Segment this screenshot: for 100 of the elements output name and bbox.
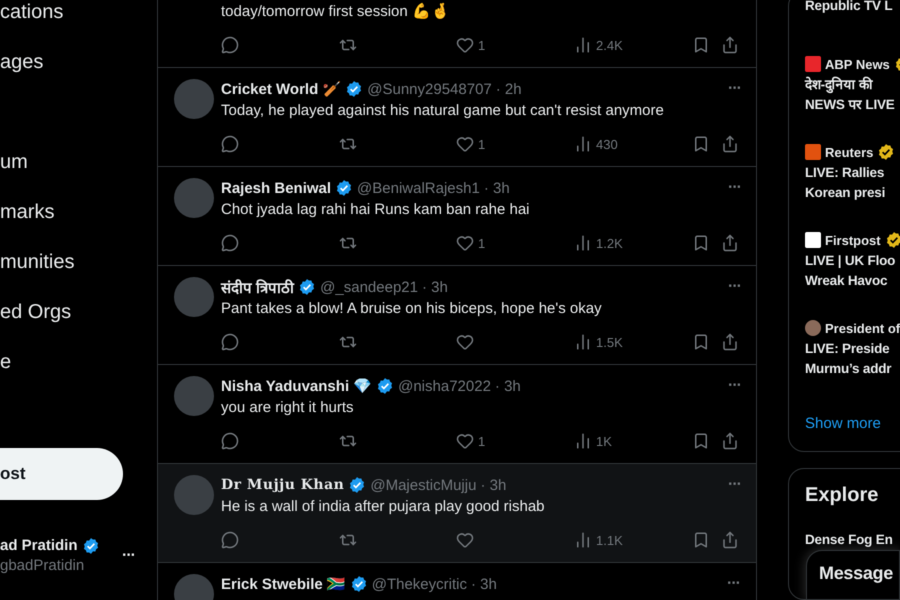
views-button[interactable]: 1K bbox=[574, 432, 612, 450]
post-time: · 3h bbox=[470, 576, 497, 592]
reply-button[interactable] bbox=[221, 234, 239, 252]
share-button[interactable] bbox=[721, 333, 739, 351]
like-button[interactable] bbox=[456, 333, 474, 351]
post-time: · 3h bbox=[422, 278, 448, 296]
author-name[interactable]: Cricket World bbox=[221, 80, 318, 98]
post-more-button[interactable]: ··· bbox=[728, 180, 741, 196]
news-headline[interactable]: NEWS पर LIVE bbox=[805, 95, 900, 115]
reply-button[interactable] bbox=[221, 432, 239, 450]
author-name[interactable]: Erick Stwebile bbox=[221, 576, 323, 592]
share-icon bbox=[721, 432, 739, 450]
views-button[interactable]: 430 bbox=[574, 135, 618, 153]
views-button[interactable]: 1.2K bbox=[574, 234, 623, 252]
news-headline[interactable]: Murmu’s addr bbox=[805, 359, 900, 379]
like-button[interactable] bbox=[456, 531, 474, 549]
bookmark-button[interactable] bbox=[692, 432, 710, 450]
post-more-button[interactable]: ··· bbox=[728, 279, 741, 295]
news-source: Reuters bbox=[825, 144, 874, 160]
nav-item[interactable]: marks bbox=[0, 187, 157, 237]
nav-item[interactable]: ed Orgs bbox=[0, 287, 157, 337]
bar-chart-icon bbox=[574, 234, 592, 252]
bookmark-icon bbox=[692, 531, 710, 549]
nav-item[interactable]: e bbox=[0, 337, 157, 387]
messages-title: Message bbox=[819, 563, 893, 583]
share-button[interactable] bbox=[721, 135, 739, 153]
name-emoji: 🏏 bbox=[322, 80, 342, 98]
nav-item[interactable]: ages bbox=[0, 37, 157, 87]
like-button[interactable]: 1 bbox=[456, 135, 486, 153]
show-more-link[interactable]: Show more bbox=[789, 393, 900, 451]
bookmark-button[interactable] bbox=[692, 531, 710, 549]
nav-item[interactable]: munities bbox=[0, 237, 157, 287]
news-headline[interactable]: LIVE | UK Floo bbox=[805, 251, 900, 271]
bookmark-button[interactable] bbox=[692, 36, 710, 54]
nav-item[interactable]: um bbox=[0, 137, 157, 187]
news-source: ABP News bbox=[825, 56, 890, 72]
post-time: · 3h bbox=[480, 476, 506, 494]
author-name[interactable]: Nisha Yaduvanshi bbox=[221, 378, 350, 394]
post-more-button[interactable]: ··· bbox=[728, 81, 741, 97]
reply-button[interactable] bbox=[221, 36, 239, 54]
reply-button[interactable] bbox=[221, 333, 239, 351]
share-icon bbox=[721, 135, 739, 153]
views-button[interactable]: 2.4K bbox=[574, 36, 623, 54]
messages-drawer[interactable]: Message bbox=[806, 550, 900, 600]
speech-bubble-icon bbox=[221, 531, 239, 549]
share-button[interactable] bbox=[721, 234, 739, 252]
bookmark-button[interactable] bbox=[692, 234, 710, 252]
speech-bubble-icon bbox=[221, 432, 239, 450]
news-headline[interactable]: Republic TV L bbox=[805, 0, 900, 16]
explore-title: Explore bbox=[805, 483, 880, 508]
bar-chart-icon bbox=[574, 333, 592, 351]
news-headline[interactable]: Wreak Havoc bbox=[805, 271, 900, 291]
share-button[interactable] bbox=[721, 432, 739, 450]
share-icon bbox=[721, 234, 739, 252]
account-handle: gbadPratidin bbox=[0, 556, 86, 576]
post-more-button[interactable]: ··· bbox=[727, 576, 740, 592]
post-text: Today, he played against his natural game but can't resist anymore bbox=[221, 101, 665, 121]
post-more-button[interactable]: ··· bbox=[728, 378, 741, 394]
share-button[interactable] bbox=[721, 36, 739, 54]
author-handle[interactable]: @_sandeep21 bbox=[320, 278, 418, 296]
like-button[interactable]: 1 bbox=[456, 36, 486, 54]
author-name[interactable]: संदीप त्रिपाठी bbox=[221, 277, 294, 297]
post-text: He is a wall of india after pujara play good rishab bbox=[221, 497, 546, 517]
author-name[interactable]: Dr Mujju Khan bbox=[221, 477, 344, 493]
post-time: · 3h bbox=[484, 180, 510, 196]
news-headline[interactable]: LIVE: Rallies bbox=[805, 163, 900, 183]
reply-button[interactable] bbox=[221, 531, 239, 549]
views-button[interactable]: 1.1K bbox=[574, 531, 623, 549]
author-handle[interactable]: @Thekeycritic bbox=[372, 576, 467, 592]
account-name: ad Pratidin bbox=[0, 536, 78, 556]
bar-chart-icon bbox=[574, 135, 592, 153]
author-handle[interactable]: @BeniwalRajesh1 bbox=[357, 180, 480, 196]
share-button[interactable] bbox=[721, 531, 739, 549]
news-headline[interactable]: देश-दुनिया की bbox=[805, 75, 900, 95]
news-headline[interactable]: Korean presi bbox=[805, 183, 900, 203]
views-button[interactable]: 1.5K bbox=[574, 333, 623, 351]
reply-button[interactable] bbox=[221, 135, 239, 153]
author-handle[interactable]: @MajesticMujju bbox=[370, 476, 476, 494]
bookmark-icon bbox=[692, 234, 710, 252]
nav-item[interactable]: cations bbox=[0, 0, 157, 37]
post-text: Pant takes a blow! A bruise on his biceps, hope he's okay bbox=[221, 299, 603, 319]
author-handle[interactable]: @nisha72022 bbox=[398, 378, 491, 394]
like-button[interactable]: 1 bbox=[456, 432, 486, 450]
heart-icon bbox=[456, 36, 474, 54]
account-more-button[interactable]: ··· bbox=[122, 548, 135, 564]
post-time: · 3h bbox=[494, 378, 521, 394]
news-headline[interactable]: LIVE: Preside bbox=[805, 339, 900, 359]
bookmark-icon bbox=[692, 432, 710, 450]
bookmark-button[interactable] bbox=[692, 135, 710, 153]
author-name[interactable]: Rajesh Beniwal bbox=[221, 180, 332, 196]
post-more-button[interactable]: ··· bbox=[728, 477, 741, 493]
post-card[interactable]: Dr Mujju Khan @MajesticMujju · 3h ··· He is a wall of india after pujara play good rishab 1.1K bbox=[158, 464, 756, 563]
trend-item[interactable]: Dense Fog En bbox=[805, 530, 900, 550]
bookmark-button[interactable] bbox=[692, 333, 710, 351]
name-emoji: 💎 bbox=[353, 377, 372, 395]
speech-bubble-icon bbox=[221, 234, 239, 252]
post-button[interactable]: ost bbox=[0, 448, 123, 500]
author-handle[interactable]: @Sunny29548707 bbox=[367, 80, 492, 98]
like-button[interactable]: 1 bbox=[456, 234, 486, 252]
bookmark-icon bbox=[692, 333, 710, 351]
